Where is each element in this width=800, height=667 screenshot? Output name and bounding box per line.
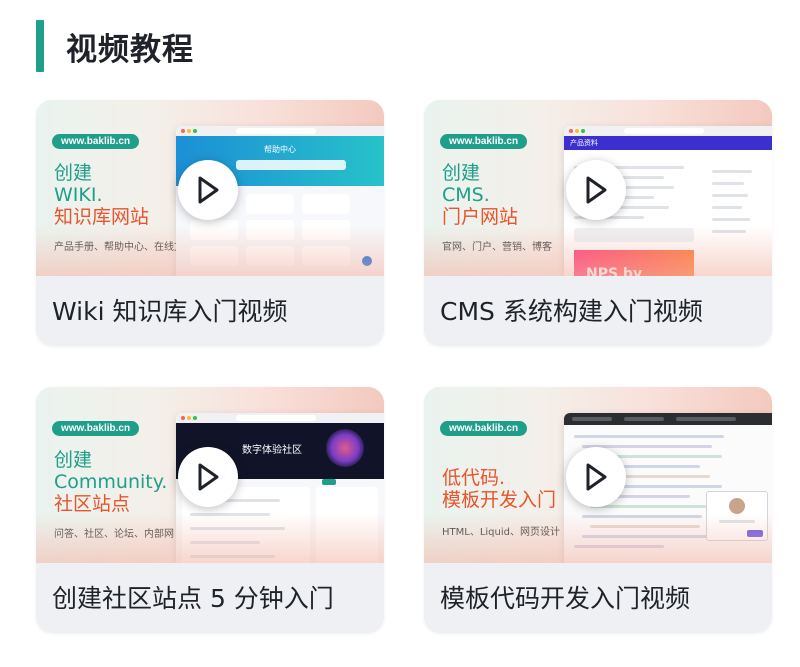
video-thumbnail[interactable]: www.baklib.cn 创建 Community. 社区站点 问答、社区、论…: [36, 387, 384, 563]
promo-line: 创建: [54, 449, 93, 471]
video-title[interactable]: 模板代码开发入门视频: [440, 579, 690, 615]
video-card-wiki[interactable]: www.baklib.cn 创建 WIKI. 知识库网站 产品手册、帮助中心、在…: [36, 100, 384, 346]
url-pill: www.baklib.cn: [52, 134, 140, 149]
mock-title: 帮助中心: [264, 145, 296, 154]
promo-line: Community.: [54, 471, 168, 493]
promo-line: CMS.: [442, 184, 490, 206]
promo-line: 低代码.: [442, 467, 506, 489]
promo-line: 创建: [442, 162, 481, 184]
video-card-community[interactable]: www.baklib.cn 创建 Community. 社区站点 问答、社区、论…: [36, 387, 384, 633]
accent-bar: [36, 20, 44, 72]
mock-title: 数字体验社区: [242, 445, 302, 456]
section-header: 视频教程: [36, 20, 194, 72]
play-icon: [586, 176, 607, 204]
url-pill: www.baklib.cn: [440, 421, 528, 436]
section-title: 视频教程: [66, 31, 194, 68]
promo-line: 创建: [54, 162, 93, 184]
promo-text: 创建 CMS. 门户网站: [442, 162, 518, 228]
video-card-cms[interactable]: www.baklib.cn 创建 CMS. 门户网站 官网、门户、营销、博客 产…: [424, 100, 772, 346]
promo-line: 模板开发入门: [442, 489, 557, 511]
mock-banner: NPS by: [574, 250, 694, 276]
play-icon: [198, 463, 219, 491]
url-pill: www.baklib.cn: [52, 421, 140, 436]
video-thumbnail[interactable]: www.baklib.cn 低代码. 模板开发入门 HTML、Liquid、网页…: [424, 387, 772, 563]
promo-text: 低代码. 模板开发入门: [442, 467, 556, 511]
promo-line: 门户网站: [442, 206, 519, 228]
promo-line: 社区站点: [54, 493, 131, 515]
promo-text: 创建 WIKI. 知识库网站: [54, 162, 149, 228]
video-thumbnail[interactable]: www.baklib.cn 创建 WIKI. 知识库网站 产品手册、帮助中心、在…: [36, 100, 384, 276]
play-button[interactable]: [178, 160, 238, 220]
promo-subtitle: HTML、Liquid、网页设计: [442, 527, 560, 538]
play-button[interactable]: [566, 160, 626, 220]
url-pill: www.baklib.cn: [440, 134, 528, 149]
video-thumbnail[interactable]: www.baklib.cn 创建 CMS. 门户网站 官网、门户、营销、博客 产…: [424, 100, 772, 276]
promo-text: 创建 Community. 社区站点: [54, 449, 167, 515]
video-card-template-dev[interactable]: www.baklib.cn 低代码. 模板开发入门 HTML、Liquid、网页…: [424, 387, 772, 633]
play-icon: [586, 463, 607, 491]
promo-line: 知识库网站: [54, 206, 150, 228]
play-icon: [198, 176, 219, 204]
video-title[interactable]: 创建社区站点 5 分钟入门: [52, 579, 334, 615]
mock-title: 产品资料: [570, 139, 598, 147]
mock-hero: 产品资料: [564, 136, 772, 150]
play-button[interactable]: [566, 447, 626, 507]
promo-line: WIKI.: [54, 184, 103, 206]
video-title[interactable]: CMS 系统构建入门视频: [440, 292, 703, 328]
promo-subtitle: 问答、社区、论坛、内部网: [54, 529, 174, 540]
play-button[interactable]: [178, 447, 238, 507]
promo-subtitle: 产品手册、帮助中心、在线文档: [54, 242, 194, 253]
promo-subtitle: 官网、门户、营销、博客: [442, 242, 552, 253]
video-title[interactable]: Wiki 知识库入门视频: [52, 292, 288, 328]
